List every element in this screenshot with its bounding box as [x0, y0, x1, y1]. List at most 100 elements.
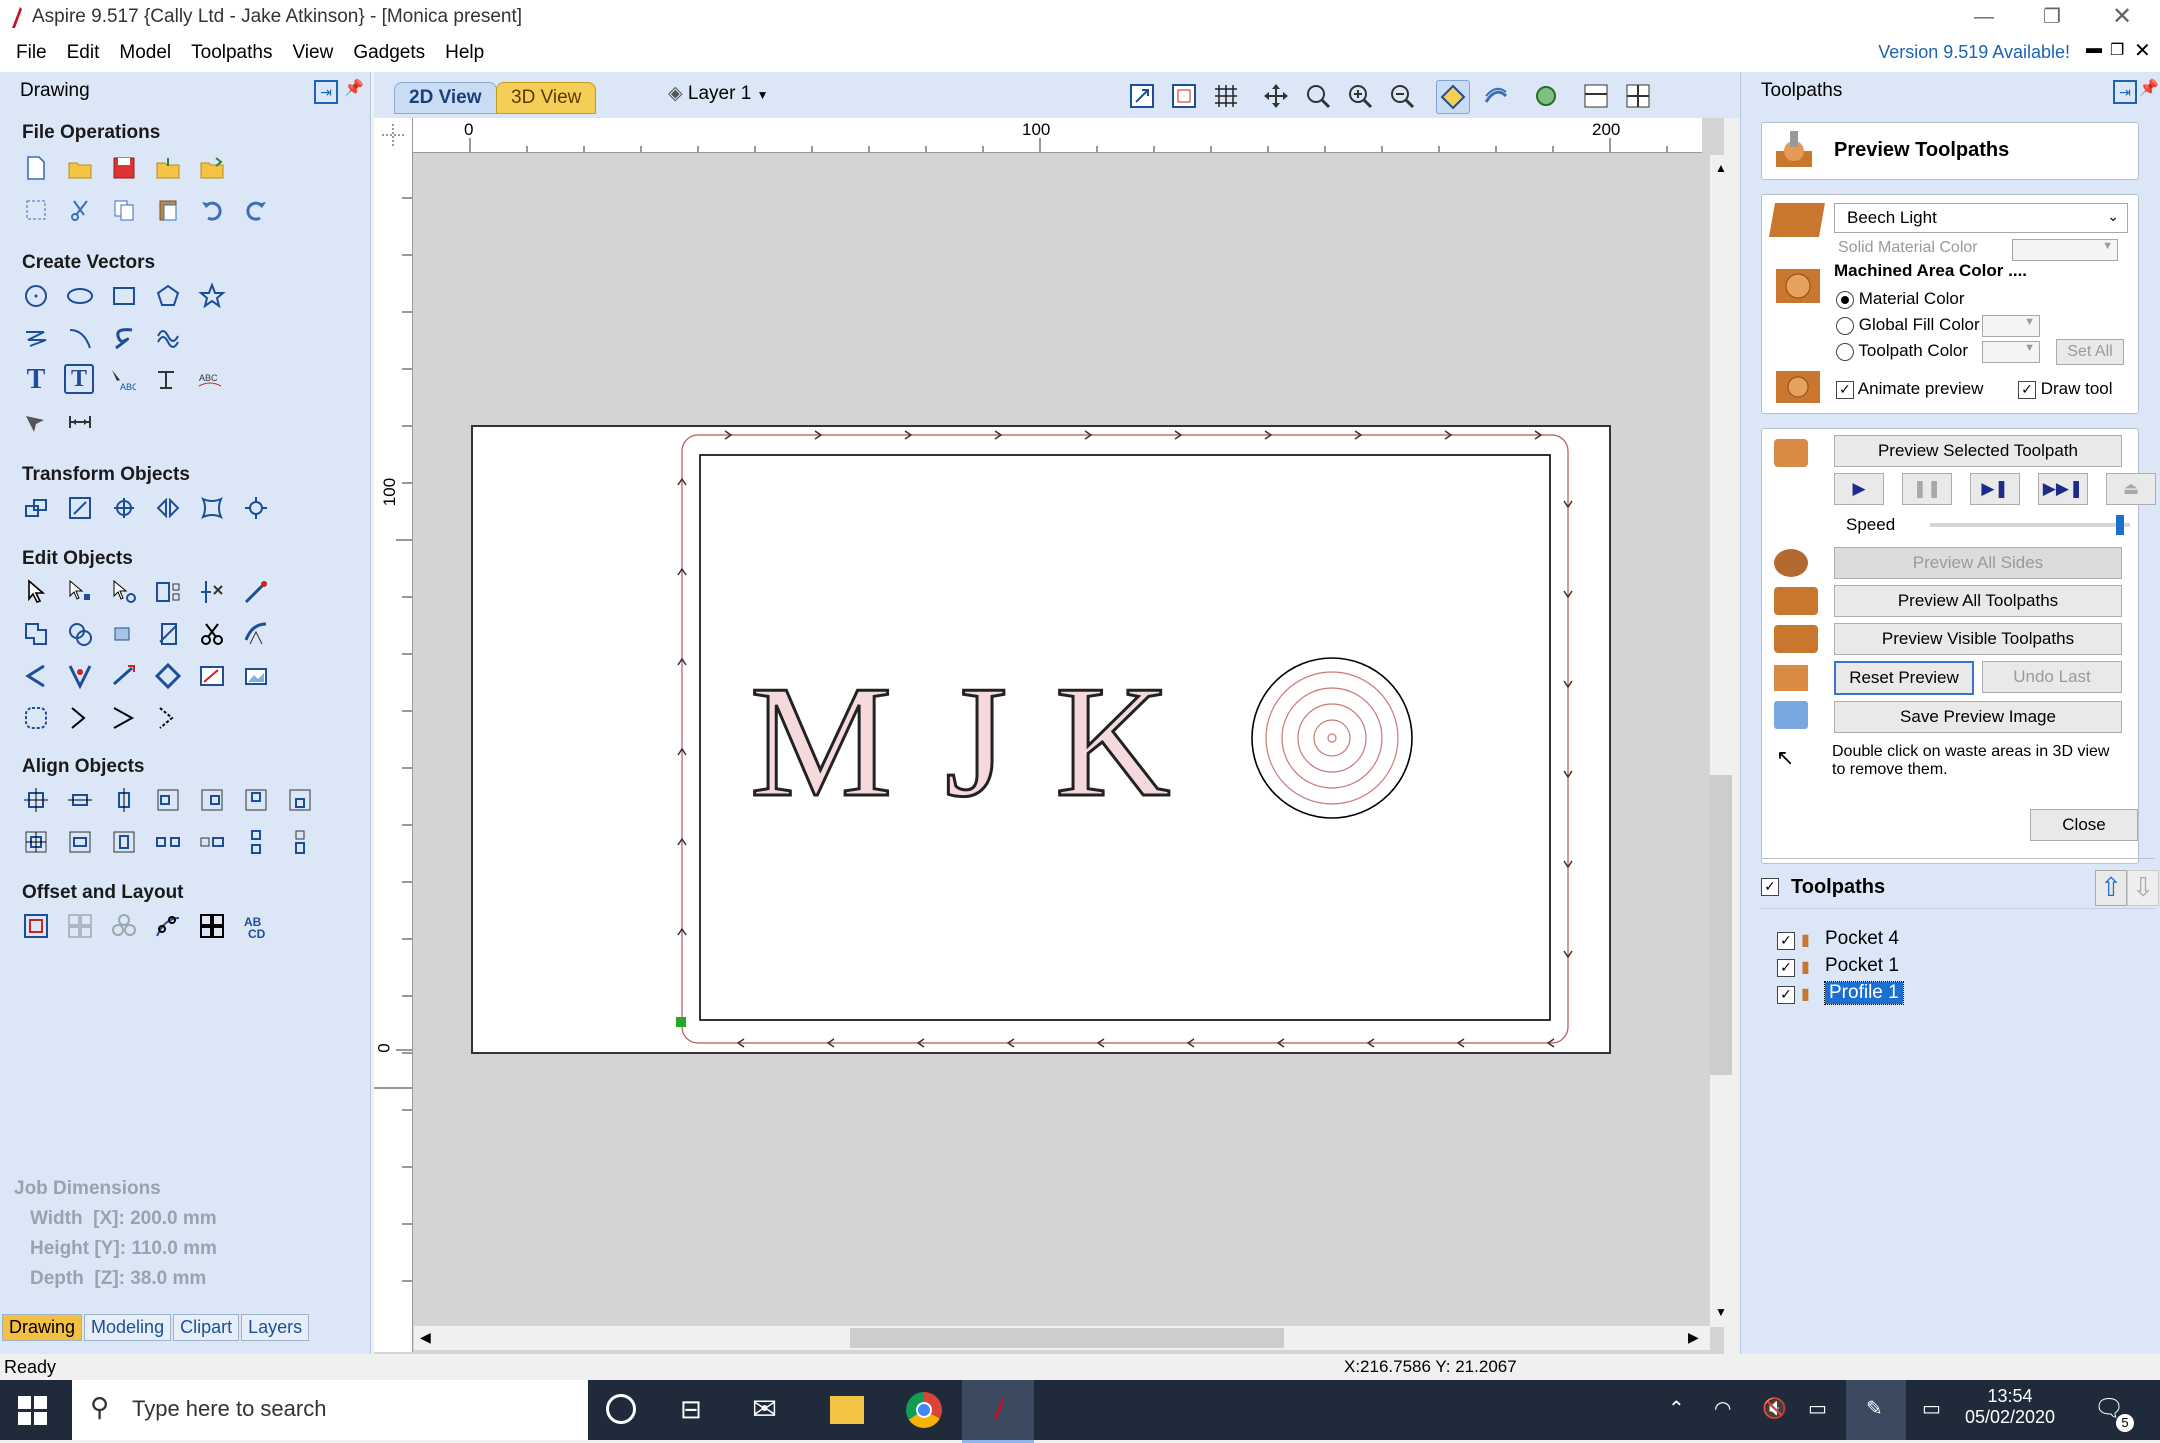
- draw-tool-icon[interactable]: [20, 406, 52, 438]
- version-available-link[interactable]: Version 9.519 Available!: [1878, 42, 2070, 63]
- animate-preview-checkbox[interactable]: ✓ Animate preview: [1836, 379, 1983, 399]
- intersect-icon[interactable]: [108, 618, 140, 650]
- pause-icon[interactable]: ❚❚: [1902, 473, 1952, 505]
- aspire-taskbar-button[interactable]: [962, 1380, 1034, 1443]
- distribute-horizontal-icon[interactable]: [152, 826, 184, 858]
- play-icon[interactable]: ▶: [1834, 473, 1884, 505]
- panel-dock-icon[interactable]: ⇥: [314, 80, 338, 104]
- draw-ellipse-icon[interactable]: [64, 280, 96, 312]
- zoom-box-icon[interactable]: [1302, 80, 1334, 112]
- draw-star-icon[interactable]: [196, 280, 228, 312]
- menu-file[interactable]: File: [6, 36, 57, 70]
- draw-polygon-icon[interactable]: [152, 280, 184, 312]
- horizontal-scroll-thumb[interactable]: [850, 1328, 1284, 1348]
- scroll-up-icon[interactable]: ▲: [1715, 161, 1727, 175]
- move-up-arrow-icon[interactable]: ⇧: [2095, 870, 2127, 906]
- align-center-icon[interactable]: [20, 784, 52, 816]
- windows-start-icon[interactable]: [18, 1396, 48, 1426]
- draw-circle-icon[interactable]: [20, 280, 52, 312]
- copy-icon[interactable]: [108, 194, 140, 226]
- align-left-icon[interactable]: [152, 784, 184, 816]
- nesting-icon[interactable]: AB CD: [240, 910, 272, 942]
- node-edit-icon[interactable]: [64, 576, 96, 608]
- scroll-down-icon[interactable]: ▼: [1715, 1305, 1727, 1319]
- zoom-extents-icon[interactable]: [1126, 80, 1158, 112]
- draw-tool-checkbox[interactable]: ✓ Draw tool: [2018, 379, 2113, 399]
- material-select[interactable]: Beech Light ⌄: [1834, 203, 2128, 233]
- center-vertical-material-icon[interactable]: [108, 826, 140, 858]
- menu-gadgets[interactable]: Gadgets: [343, 36, 435, 70]
- weld-icon[interactable]: [20, 618, 52, 650]
- volume-muted-icon[interactable]: 🔇: [1762, 1396, 1787, 1421]
- cut-icon[interactable]: [64, 194, 96, 226]
- auto-layout-text-icon[interactable]: T: [64, 364, 94, 394]
- clock[interactable]: 13:54 05/02/2020: [1960, 1386, 2060, 1428]
- align-center-horizontal-icon[interactable]: [64, 784, 96, 816]
- interactive-transform-icon[interactable]: [108, 576, 140, 608]
- mail-icon[interactable]: ✉: [752, 1392, 777, 1427]
- scroll-left-icon[interactable]: ◀: [420, 1329, 431, 1346]
- smooth-vectors-icon[interactable]: [20, 702, 52, 734]
- checkbox-checked-icon[interactable]: ✓: [1777, 932, 1795, 950]
- align-bottom-icon[interactable]: [284, 784, 316, 816]
- draw-curve-icon[interactable]: [108, 322, 140, 354]
- taskbar-search-box[interactable]: ⚲ Type here to search: [72, 1380, 588, 1440]
- menu-model[interactable]: Model: [109, 36, 181, 70]
- letter-vector-m[interactable]: M: [749, 651, 894, 832]
- minimize-button[interactable]: —: [1950, 0, 2018, 36]
- space-horizontal-icon[interactable]: [196, 826, 228, 858]
- menu-edit[interactable]: Edit: [57, 36, 110, 70]
- toolpath-color-picker[interactable]: ▼: [1982, 341, 2040, 363]
- dogbone-icon[interactable]: [64, 660, 96, 692]
- overlap-icon[interactable]: [152, 618, 184, 650]
- bend-text-icon[interactable]: ABC: [194, 364, 226, 396]
- line-tool-c-icon[interactable]: [152, 702, 184, 734]
- scissors-icon[interactable]: [196, 618, 228, 650]
- layout-split-icon[interactable]: [1580, 80, 1612, 112]
- stop-icon[interactable]: ⏏: [2106, 473, 2156, 505]
- draw-rectangle-icon[interactable]: [108, 280, 140, 312]
- tab-layers[interactable]: Layers: [241, 1314, 310, 1341]
- list-item[interactable]: ✓ ▮ Profile 1: [1777, 981, 2160, 1008]
- move-icon[interactable]: [20, 492, 52, 524]
- step-forward-icon[interactable]: ▶❚: [1970, 473, 2020, 505]
- solid-material-color-picker[interactable]: ▼: [2012, 239, 2118, 261]
- curve-fit-icon[interactable]: [240, 618, 272, 650]
- trim-vectors-icon[interactable]: [196, 576, 228, 608]
- zoom-out-icon[interactable]: [1386, 80, 1418, 112]
- zoom-material-icon[interactable]: [1168, 80, 1200, 112]
- preview-visible-toolpaths-button[interactable]: Preview Visible Toolpaths: [1834, 623, 2122, 655]
- speed-slider[interactable]: [1930, 515, 2130, 535]
- text-on-curve-icon[interactable]: ABC: [106, 364, 138, 396]
- line-tool-b-icon[interactable]: [108, 702, 140, 734]
- fillet-icon[interactable]: [20, 660, 52, 692]
- mdi-minimize-icon[interactable]: ▬: [2086, 40, 2102, 58]
- import-folder-icon[interactable]: [152, 152, 184, 184]
- menu-toolpaths[interactable]: Toolpaths: [181, 36, 282, 70]
- grid-icon[interactable]: [1210, 80, 1242, 112]
- letter-vector-k[interactable]: K: [1054, 651, 1173, 832]
- set-all-button[interactable]: Set All: [2056, 339, 2124, 365]
- restore-button[interactable]: ❐: [2018, 0, 2086, 36]
- toolpath-color-radio[interactable]: Toolpath Color: [1836, 341, 1968, 361]
- draw-arc-icon[interactable]: [64, 322, 96, 354]
- line-tool-a-icon[interactable]: [64, 702, 96, 734]
- new-file-icon[interactable]: [20, 152, 52, 184]
- redo-icon[interactable]: [240, 194, 272, 226]
- rotate-icon[interactable]: [108, 492, 140, 524]
- pen-workspace-button[interactable]: ✎: [1846, 1380, 1906, 1440]
- skip-end-icon[interactable]: ▶▶❚: [2038, 473, 2088, 505]
- close-button[interactable]: Close: [2030, 809, 2138, 841]
- layout-tile-icon[interactable]: [1622, 80, 1654, 112]
- subtract-icon[interactable]: [64, 618, 96, 650]
- global-fill-color-picker[interactable]: ▼: [1982, 315, 2040, 337]
- align-right-icon[interactable]: [196, 784, 228, 816]
- letter-vector-j[interactable]: J: [944, 651, 1009, 832]
- align-center-vertical-icon[interactable]: [108, 784, 140, 816]
- select-all-icon[interactable]: [20, 194, 52, 226]
- material-color-radio[interactable]: Material Color: [1836, 289, 1965, 309]
- zoom-in-icon[interactable]: [1344, 80, 1376, 112]
- mdi-close-icon[interactable]: ✕: [2134, 38, 2151, 63]
- text-arc-icon[interactable]: [150, 364, 182, 396]
- preview-all-sides-button[interactable]: Preview All Sides: [1834, 547, 2122, 579]
